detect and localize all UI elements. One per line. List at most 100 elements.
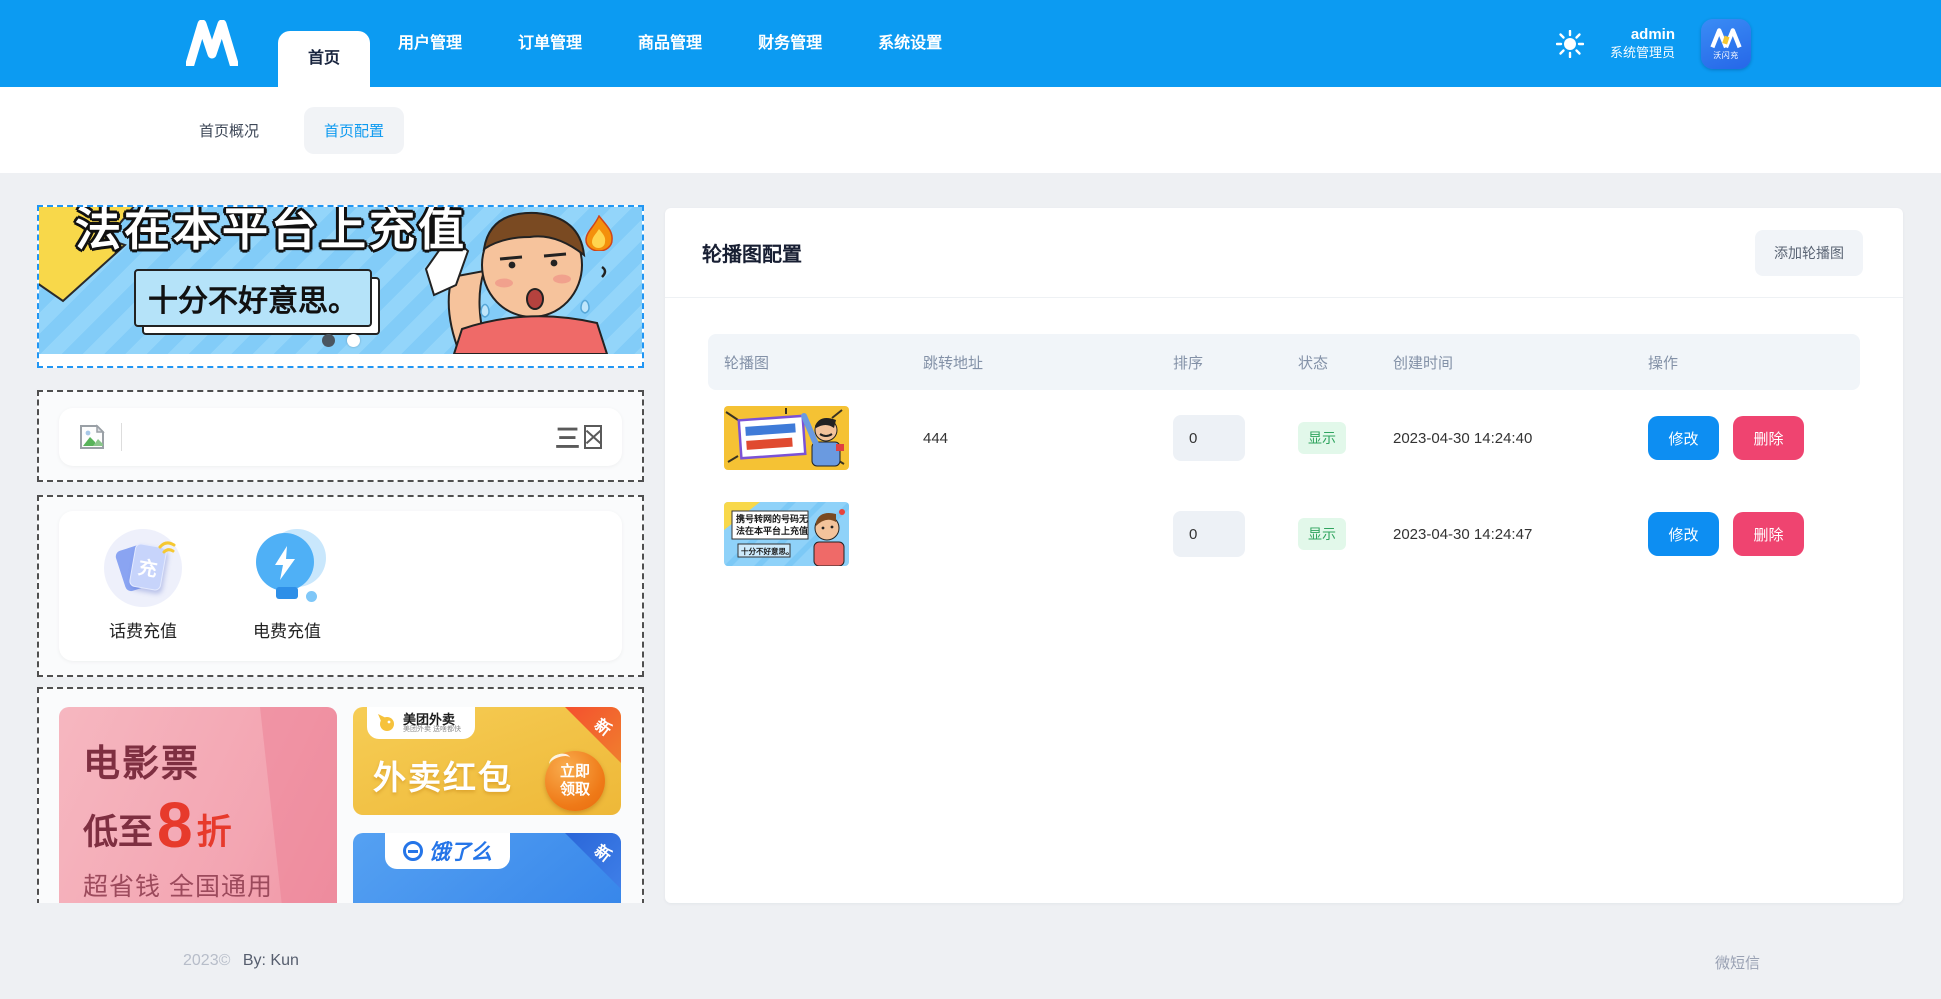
- quick-actions-card: 充 话费充值: [59, 511, 622, 661]
- meituan-kangaroo-icon: [377, 713, 397, 733]
- user-avatar[interactable]: 沃闪充: [1701, 19, 1751, 69]
- eleme-brand-name: 饿了么: [429, 836, 492, 866]
- quick-action-label: 话费充值: [97, 617, 189, 642]
- footer-year: 2023©: [183, 952, 230, 969]
- glyph-text: 三: [555, 419, 580, 455]
- electric-recharge-icon: [248, 529, 326, 607]
- edit-button[interactable]: 修改: [1648, 416, 1719, 460]
- promo-right-column: 美团外卖 美团外卖 送啥都快 外卖红包 立即 领取 新: [353, 707, 621, 903]
- quick-action-phone-recharge[interactable]: 充 话费充值: [97, 529, 189, 661]
- panel-title: 轮播图配置: [702, 238, 802, 267]
- carousel-thumbnail-comic: [724, 406, 849, 470]
- promo-meituan-coupon[interactable]: 美团外卖 美团外卖 送啥都快 外卖红包 立即 领取 新: [353, 707, 621, 815]
- meituan-brand-pill: 美团外卖 美团外卖 送啥都快: [367, 707, 475, 739]
- panel-header: 轮播图配置 添加轮播图: [665, 208, 1903, 298]
- nav-tab-settings[interactable]: 系统设置: [850, 0, 970, 87]
- home-preview-column: 法在本平台上充值 十分不好意思。: [37, 205, 644, 903]
- search-placeholder-glyphs: 三: [555, 419, 602, 455]
- new-badge: 新: [565, 833, 621, 889]
- nav-tab-finance[interactable]: 财务管理: [730, 0, 850, 87]
- promo-movie-tickets[interactable]: 电影票 低至 8 折 超省钱 全国通用: [59, 707, 337, 903]
- carousel-table: 轮播图 跳转地址 排序 状态 创建时间 操作: [708, 334, 1860, 582]
- preview-search-box[interactable]: 三: [59, 408, 622, 466]
- footer-author: By: Kun: [243, 952, 299, 969]
- svg-text:十分不好意思。: 十分不好意思。: [741, 546, 794, 556]
- nav-tab-products[interactable]: 商品管理: [610, 0, 730, 87]
- created-time-value: 2023-04-30 14:24:40: [1377, 430, 1632, 447]
- delete-button[interactable]: 删除: [1733, 416, 1804, 460]
- movie-subtitle: 超省钱 全国通用: [83, 867, 337, 903]
- movie-title: 电影票: [83, 733, 337, 787]
- quick-action-label: 电费充值: [241, 617, 333, 642]
- svg-text:法在本平台上充值: 法在本平台上充值: [736, 525, 808, 536]
- logo-m-icon: [186, 20, 238, 66]
- carousel-headline-text: 法在本平台上充值: [75, 207, 467, 259]
- preview-carousel-section[interactable]: 法在本平台上充值 十分不好意思。: [37, 205, 644, 368]
- meituan-cta-button[interactable]: 立即 领取: [545, 751, 605, 811]
- col-status: 状态: [1282, 352, 1377, 373]
- fire-icon: [584, 215, 614, 251]
- carousel-dot-active[interactable]: [322, 334, 335, 347]
- status-badge: 显示: [1298, 422, 1346, 454]
- status-badge: 显示: [1298, 518, 1346, 550]
- user-role: 系统管理员: [1610, 45, 1675, 61]
- col-sort: 排序: [1157, 352, 1282, 373]
- theme-toggle-sun-icon[interactable]: [1556, 30, 1584, 58]
- meituan-brand-name: 美团外卖: [403, 713, 461, 727]
- avatar-m-icon: [1709, 27, 1743, 49]
- table-row: 444 显示 2023-04-30 14:24:40 修改 删除: [708, 390, 1860, 486]
- nav-tab-users[interactable]: 用户管理: [370, 0, 490, 87]
- app-header: 首页 用户管理 订单管理 商品管理 财务管理 系统设置: [0, 0, 1941, 87]
- preview-promo-banners-section[interactable]: 电影票 低至 8 折 超省钱 全国通用: [37, 687, 644, 903]
- table-header-row: 轮播图 跳转地址 排序 状态 创建时间 操作: [708, 334, 1860, 390]
- broken-glyph-icon: [584, 425, 602, 449]
- svg-text:携号转网的号码无: 携号转网的号码无: [736, 513, 808, 524]
- col-operations: 操作: [1632, 352, 1860, 373]
- promo-banner-grid: 电影票 低至 8 折 超省钱 全国通用: [39, 689, 642, 903]
- user-menu[interactable]: admin 系统管理员: [1610, 26, 1675, 61]
- col-link-url: 跳转地址: [907, 352, 1157, 373]
- preview-quick-actions-section[interactable]: 充 话费充值: [37, 495, 644, 677]
- main-nav: 首页 用户管理 订单管理 商品管理 财务管理 系统设置: [278, 0, 970, 87]
- footer-copyright: 2023© By: Kun: [183, 952, 299, 970]
- col-carousel-image: 轮播图: [708, 352, 907, 373]
- sub-header: 首页概况 首页配置: [0, 87, 1941, 173]
- table-row: 携号转网的号码无 法在本平台上充值 十分不好意思。: [708, 486, 1860, 582]
- carousel-dot[interactable]: [347, 334, 360, 347]
- movie-prefix: 低至: [83, 804, 153, 855]
- broken-image-icon: [79, 424, 105, 450]
- edit-button[interactable]: 修改: [1648, 512, 1719, 556]
- phone-recharge-icon: 充: [104, 529, 182, 607]
- avatar-caption: 沃闪充: [1713, 50, 1739, 61]
- meituan-brand-slogan: 美团外卖 送啥都快: [403, 726, 461, 733]
- created-time-value: 2023-04-30 14:24:47: [1377, 526, 1632, 543]
- movie-promo-text: 电影票 低至 8 折 超省钱 全国通用: [59, 707, 337, 903]
- carousel-banner-image: 法在本平台上充值 十分不好意思。: [39, 207, 642, 354]
- sort-order-input[interactable]: [1173, 511, 1245, 557]
- sort-order-input[interactable]: [1173, 415, 1245, 461]
- movie-unit: 折: [197, 804, 232, 855]
- carousel-config-panel: 轮播图配置 添加轮播图 轮播图 跳转地址 排序 状态 创建时间 操作: [665, 208, 1903, 903]
- app-logo[interactable]: [186, 20, 238, 66]
- meituan-promo-title: 外卖红包: [373, 751, 513, 799]
- promo-eleme-coupon[interactable]: 饿了么 新: [353, 833, 621, 903]
- eleme-brand-pill: 饿了么: [385, 833, 510, 869]
- user-name: admin: [1610, 26, 1675, 45]
- carousel-thumbnail-blue: 携号转网的号码无 法在本平台上充值 十分不好意思。: [724, 502, 849, 566]
- add-carousel-button[interactable]: 添加轮播图: [1755, 230, 1863, 276]
- carousel-dots: [39, 334, 642, 347]
- carousel-bubble-text: 十分不好意思。: [134, 269, 372, 327]
- admin-app: 首页 用户管理 订单管理 商品管理 财务管理 系统设置: [0, 0, 1941, 999]
- quick-action-electric-recharge[interactable]: 电费充值: [241, 529, 333, 661]
- footer-brand-link[interactable]: 微短信: [1715, 952, 1760, 973]
- nav-tab-home[interactable]: 首页: [278, 31, 370, 87]
- eleme-logo-icon: [403, 841, 423, 861]
- topbar-right: admin 系统管理员 沃闪充: [1556, 0, 1751, 87]
- delete-button[interactable]: 删除: [1733, 512, 1804, 556]
- subnav-home-config[interactable]: 首页配置: [304, 107, 404, 154]
- nav-tab-orders[interactable]: 订单管理: [490, 0, 610, 87]
- col-created-time: 创建时间: [1377, 352, 1632, 373]
- movie-discount: 8: [157, 797, 193, 855]
- preview-search-section[interactable]: 三: [37, 390, 644, 482]
- subnav-home-overview[interactable]: 首页概况: [199, 107, 259, 154]
